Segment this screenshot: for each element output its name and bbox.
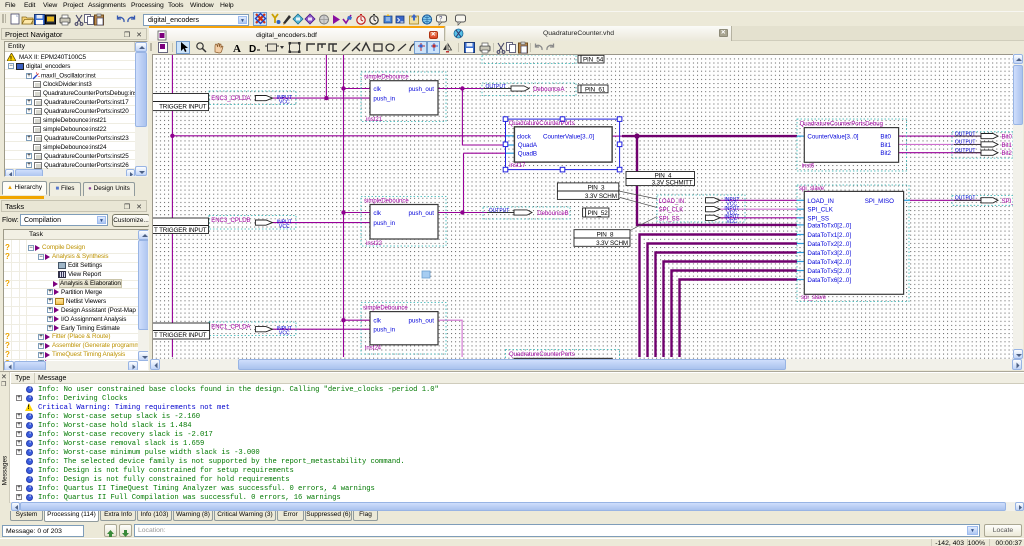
svg-text:ENC3_CPLDB: ENC3_CPLDB [211,218,250,224]
svg-text:spi_slave: spi_slave [799,186,825,192]
svg-text:PIN_61: PIN_61 [585,86,606,93]
svg-text:push_in: push_in [373,96,395,103]
svg-text:ENC1_CPLDA: ENC1_CPLDA [211,325,250,331]
svg-text:inst6: inst6 [802,164,815,170]
svg-text:CounterValue[3..0]: CounterValue[3..0] [807,134,858,141]
svg-text:Bit0: Bit0 [1002,135,1013,141]
svg-text:inst21: inst21 [366,117,383,123]
svg-text:Bit0: Bit0 [880,134,891,141]
svg-text:spi_slave: spi_slave [801,295,827,301]
svg-text:simpleDebounce: simpleDebounce [363,306,408,312]
svg-text:DebounceA: DebounceA [533,87,564,93]
svg-text:VCC: VCC [279,224,290,230]
svg-text:SPI_SS: SPI_SS [659,216,680,222]
svg-text:DataToTx2[2..0]: DataToTx2[2..0] [807,241,851,248]
svg-text:OUTPUT: OUTPUT [486,84,507,90]
svg-text:DataToTx3[2..0]: DataToTx3[2..0] [807,250,851,257]
svg-text:OUTPUT: OUTPUT [955,196,976,202]
svg-text:DataToTx0[2..0]: DataToTx0[2..0] [807,223,851,230]
svg-text:CounterValue[3..0]: CounterValue[3..0] [543,134,594,141]
svg-text:OUTPUT: OUTPUT [489,208,510,214]
svg-text:PIN_54: PIN_54 [583,57,604,64]
svg-text:SPI_M: SPI_M [1002,199,1014,205]
svg-text:DataToTx1[2..0]: DataToTx1[2..0] [807,232,851,239]
svg-text:3.3V SCHM: 3.3V SCHM [596,240,628,247]
svg-text:D: D [249,44,256,54]
svg-text:Bit1: Bit1 [1002,143,1013,149]
svg-text:Bit2: Bit2 [880,150,891,157]
svg-text:Bit2: Bit2 [1002,151,1013,157]
svg-text:3.3V SCHMITT: 3.3V SCHMITT [652,180,693,187]
svg-text:LOAD_IN: LOAD_IN [807,198,833,205]
svg-text:OUTPUT: OUTPUT [955,131,976,137]
svg-text:DataToTx5[2..0]: DataToTx5[2..0] [807,268,851,275]
svg-text:ENC3_CPLDA: ENC3_CPLDA [211,96,250,102]
svg-text:VCC: VCC [279,331,290,337]
svg-text:DataToTx6[2..0]: DataToTx6[2..0] [807,277,851,284]
svg-text:push_out: push_out [409,210,435,217]
svg-text:T TRIGGER INPUT: T TRIGGER INPUT [154,227,207,234]
svg-text:push_out: push_out [409,318,435,325]
svg-text:QuadA: QuadA [518,142,538,149]
svg-text:PIN_4: PIN_4 [655,173,672,180]
svg-text:inst24: inst24 [365,346,382,352]
svg-text:VCC: VCC [726,219,737,225]
svg-text:PIN_3: PIN_3 [588,185,605,192]
svg-text:push_in: push_in [373,220,395,227]
svg-text:VCC: VCC [279,99,290,105]
svg-text:clock: clock [517,134,532,141]
svg-text:SPI_CLK: SPI_CLK [659,208,684,214]
svg-text:Bit1: Bit1 [880,142,891,149]
svg-text:simpleDebounce: simpleDebounce [364,199,409,205]
svg-text:LOAD_IN: LOAD_IN [659,199,685,205]
svg-text:inst22: inst22 [366,241,383,247]
svg-text:DataToTx4[2..0]: DataToTx4[2..0] [807,259,851,266]
svg-text:QuadB: QuadB [518,151,537,158]
svg-text:3.3V SCHM: 3.3V SCHM [585,193,617,200]
svg-text:!: ! [10,57,12,62]
svg-text:QuadratureCounterPorts: QuadratureCounterPorts [509,121,575,127]
svg-text:SPI_SS: SPI_SS [807,215,829,222]
svg-text:OUTPUT: OUTPUT [955,148,976,154]
svg-text:PIN_52: PIN_52 [587,210,608,217]
svg-text:T TRIGGER INPUT: T TRIGGER INPUT [154,332,207,339]
svg-text:SPI_MISO: SPI_MISO [865,198,894,205]
svg-text:clk: clk [373,210,381,217]
svg-text:push_out: push_out [409,86,435,93]
svg-text:A: A [233,43,241,54]
svg-text:clk: clk [373,318,381,325]
svg-text:SPI_CLK: SPI_CLK [807,207,833,214]
svg-text:QuadratureCounterPorts: QuadratureCounterPorts [509,352,575,358]
svg-text:push_in: push_in [373,327,395,334]
svg-text:simpleDebounce: simpleDebounce [364,74,409,80]
svg-text:OUTPUT: OUTPUT [955,140,976,146]
svg-text:inst17: inst17 [509,163,526,169]
svg-text:DebounceB: DebounceB [537,211,568,217]
svg-text:TRIGGER INPUT: TRIGGER INPUT [159,104,207,111]
svg-text:clk: clk [373,86,381,93]
svg-text:QuadratureCounterPortsDebug: QuadratureCounterPortsDebug [800,121,883,127]
svg-text:PIN_8: PIN_8 [597,232,614,239]
